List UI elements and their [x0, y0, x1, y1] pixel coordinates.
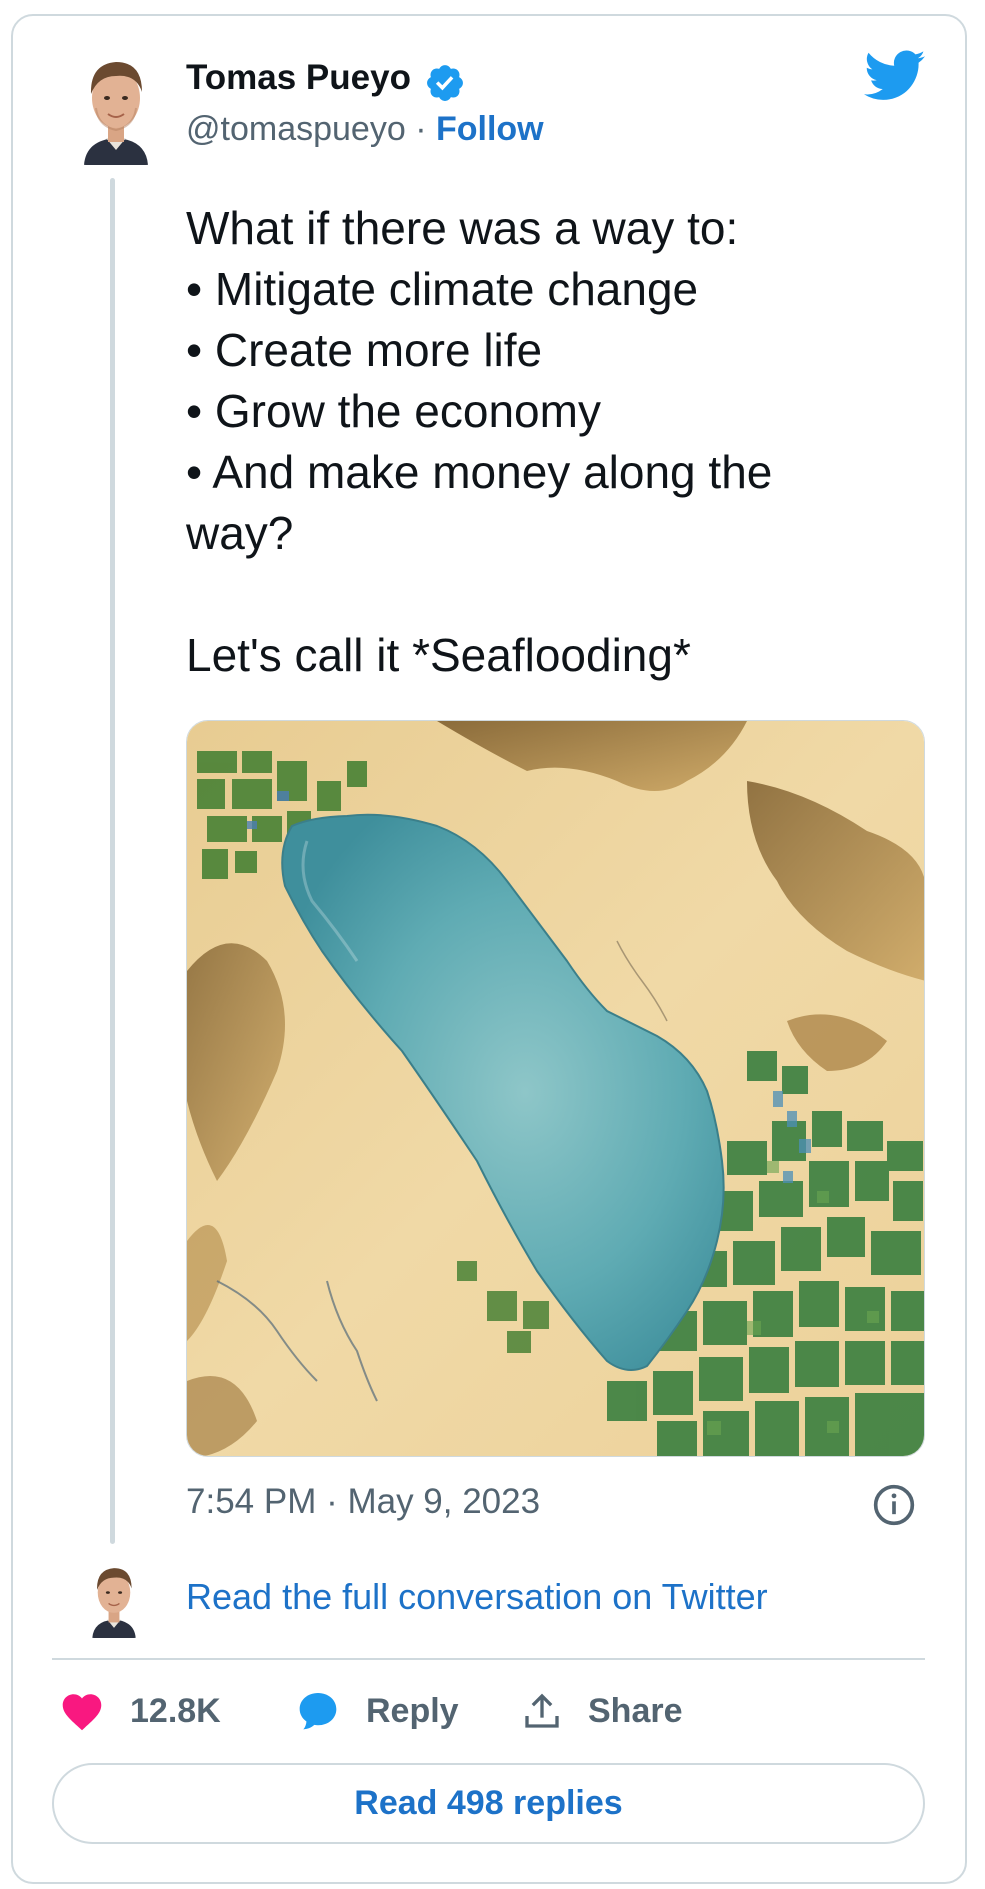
- tweet-image-map[interactable]: [186, 720, 925, 1457]
- reply-label: Reply: [366, 1691, 459, 1730]
- separator-dot: ·: [415, 110, 427, 148]
- author-handle[interactable]: @tomaspueyo: [186, 110, 406, 148]
- like-button[interactable]: 12.8K: [60, 1685, 221, 1737]
- heart-icon: [62, 1694, 102, 1731]
- tweet-body: What if there was a way to: • Mitigate c…: [186, 198, 906, 686]
- tweet-line: • Grow the economy: [186, 385, 601, 437]
- like-count: 12.8K: [130, 1691, 221, 1730]
- follow-link[interactable]: Follow: [436, 110, 544, 148]
- read-full-conversation-link[interactable]: Read the full conversation on Twitter: [186, 1576, 768, 1618]
- tweet-timestamp[interactable]: 7:54 PM · May 9, 2023: [186, 1482, 540, 1522]
- share-button[interactable]: Share: [522, 1685, 683, 1737]
- reply-button[interactable]: Reply: [296, 1685, 459, 1737]
- tweet-line: way?: [186, 507, 294, 559]
- tweet-line: • Create more life: [186, 324, 543, 376]
- verified-badge-icon: [427, 65, 463, 101]
- speech-bubble-icon: [299, 1693, 337, 1730]
- handle-row: @tomaspueyo · Follow: [186, 110, 544, 149]
- thread-connector-line: [110, 178, 115, 1544]
- tweet-line: • And make money along the: [186, 446, 773, 498]
- tweet-line: Let's call it *Seaflooding*: [186, 629, 691, 681]
- info-icon[interactable]: [872, 1483, 916, 1527]
- read-replies-button[interactable]: Read 498 replies: [52, 1763, 925, 1844]
- tweet-line: What if there was a way to:: [186, 202, 739, 254]
- author-name[interactable]: Tomas Pueyo: [186, 58, 411, 98]
- tweet-line: • Mitigate climate change: [186, 263, 699, 315]
- share-label: Share: [588, 1691, 683, 1730]
- conversation-avatar[interactable]: [88, 1560, 140, 1638]
- author-avatar[interactable]: [78, 50, 154, 165]
- twitter-bird-icon[interactable]: [864, 50, 926, 102]
- tweet-actions-bar: 12.8K Reply Share: [56, 1685, 926, 1737]
- share-upload-icon: [525, 1693, 559, 1728]
- actions-divider: [52, 1658, 925, 1660]
